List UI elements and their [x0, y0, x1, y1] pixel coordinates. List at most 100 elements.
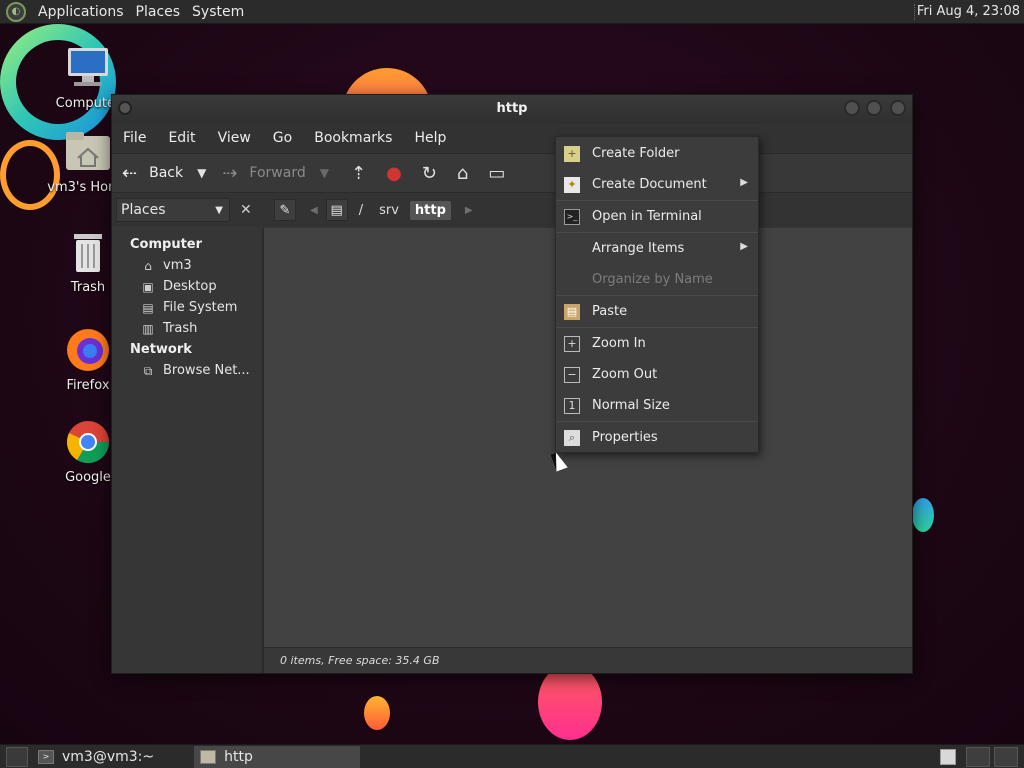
sidebar-heading-computer: Computer [130, 237, 203, 252]
back-label: Back [149, 165, 184, 181]
places-menu[interactable]: Places [130, 4, 187, 20]
chevron-down-icon: ▼ [215, 204, 223, 216]
network-icon: ⧉ [143, 363, 153, 378]
forward-history-dropdown-icon[interactable]: ▼ [320, 166, 329, 180]
menu-item-create-document[interactable]: ✦ Create Document ▶ [556, 169, 758, 200]
submenu-arrow-icon: ▶ [740, 241, 748, 252]
trash-icon [64, 228, 112, 276]
zoom-out-icon: − [564, 366, 580, 383]
menu-item-label: Properties [592, 430, 658, 445]
folder-icon [200, 749, 217, 764]
menu-help[interactable]: Help [403, 130, 457, 146]
terminal-icon: > [38, 749, 54, 764]
taskbar-item-terminal[interactable]: > vm3@vm3:~ [32, 746, 160, 768]
menu-item-label: Zoom In [592, 336, 646, 351]
sidebar-item-trash[interactable]: ▥ Trash [112, 318, 262, 339]
breadcrumb-root[interactable]: / [354, 201, 368, 220]
bottom-panel: > vm3@vm3:~ http [0, 744, 1024, 768]
menu-item-label: Paste [592, 304, 628, 319]
sidebar-item-file-system[interactable]: ▤ File System [112, 297, 262, 318]
forward-button[interactable]: ⇢ Forward [222, 163, 305, 184]
breadcrumb-http[interactable]: http [409, 200, 451, 220]
sidebar-item-label: Browse Net... [163, 363, 250, 378]
zoom-in-icon: + [564, 335, 580, 352]
menu-item-label: Create Document [592, 177, 707, 192]
toolbar: ⇠ Back ▼ ⇢ Forward ▼ ⇡ ● ↻ ⌂ ▭ ⌕ [112, 153, 912, 193]
drive-icon[interactable]: ▤ [325, 199, 348, 221]
menu-item-paste[interactable]: ▤ Paste [556, 296, 758, 327]
drive-icon: ▤ [142, 300, 154, 315]
taskbar-item-label: http [224, 748, 253, 765]
sidebar-item-label: Trash [163, 321, 198, 336]
menu-item-label: Arrange Items [592, 241, 685, 256]
window-titlebar[interactable]: http [112, 95, 912, 123]
menu-go[interactable]: Go [262, 130, 303, 146]
status-bar: 0 items, Free space: 35.4 GB [264, 647, 912, 673]
document-new-icon: ✦ [564, 176, 580, 193]
properties-icon: ⌕ [564, 429, 580, 446]
clock[interactable]: Fri Aug 4, 23:08 [917, 4, 1020, 19]
home-icon: ⌂ [144, 258, 152, 273]
toggle-location-entry-icon[interactable]: ✎ [274, 199, 296, 221]
menu-item-create-folder[interactable]: + Create Folder [556, 138, 758, 169]
wallpaper-blue-blob [912, 498, 934, 532]
close-sidebar-icon[interactable]: ✕ [240, 202, 258, 218]
firefox-icon [64, 326, 112, 374]
trash-applet-icon[interactable] [940, 749, 956, 765]
menu-item-label: Organize by Name [592, 272, 713, 287]
workspace-1[interactable] [966, 747, 990, 767]
forward-label: Forward [249, 165, 306, 181]
path-right-arrow-icon[interactable]: ▶ [465, 205, 473, 216]
applications-menu[interactable]: Applications [32, 4, 130, 20]
workspace-2[interactable] [994, 747, 1018, 767]
file-manager-window: http File Edit View Go Bookmarks Help ⇠ … [111, 94, 913, 674]
paste-icon: ▤ [564, 303, 580, 320]
path-left-arrow-icon[interactable]: ◀ [310, 205, 318, 216]
stop-icon[interactable]: ● [386, 163, 402, 184]
up-icon[interactable]: ⇡ [351, 163, 366, 184]
sidebar-selector-label: Places [121, 202, 166, 218]
show-desktop-icon[interactable] [6, 746, 28, 767]
menu-item-properties[interactable]: ⌕ Properties [556, 422, 758, 453]
desktop-icon-label: Firefox [66, 378, 110, 393]
back-button[interactable]: ⇠ Back [122, 163, 183, 184]
menu-item-label: Create Folder [592, 146, 680, 161]
sidebar-item-label: Desktop [163, 279, 217, 294]
wallpaper-small-blob [364, 696, 390, 730]
forward-arrow-icon: ⇢ [222, 162, 238, 184]
menu-item-arrange-items[interactable]: Arrange Items ▶ [556, 233, 758, 264]
menu-item-organize-by-name: Organize by Name [556, 264, 758, 295]
reload-icon[interactable]: ↻ [422, 163, 437, 184]
sidebar-item-desktop[interactable]: ▣ Desktop [112, 276, 262, 297]
sidebar-selector[interactable]: Places ▼ [116, 198, 230, 222]
computer-icon[interactable]: ▭ [488, 163, 505, 184]
sidebar-heading-network: Network [130, 342, 192, 357]
zoom-normal-icon: 1 [564, 397, 580, 414]
menu-edit[interactable]: Edit [157, 130, 206, 146]
chrome-icon [64, 418, 112, 466]
home-icon[interactable]: ⌂ [457, 163, 468, 184]
minimize-icon[interactable] [844, 100, 860, 116]
menu-bookmarks[interactable]: Bookmarks [303, 130, 403, 146]
close-icon[interactable] [890, 100, 906, 116]
menu-item-zoom-in[interactable]: + Zoom In [556, 328, 758, 359]
blank-icon [564, 272, 580, 288]
taskbar-item-http[interactable]: http [194, 745, 361, 768]
maximize-icon[interactable] [866, 100, 882, 116]
menu-file[interactable]: File [112, 130, 157, 146]
menu-item-zoom-out[interactable]: − Zoom Out [556, 359, 758, 390]
distro-logo-icon[interactable]: ◐ [6, 1, 26, 22]
menu-item-open-in-terminal[interactable]: >_ Open in Terminal [556, 201, 758, 232]
menu-view[interactable]: View [207, 130, 262, 146]
system-menu[interactable]: System [186, 4, 250, 20]
sidebar-item-browse-network[interactable]: ⧉ Browse Net... [112, 360, 262, 381]
folder-new-icon: + [564, 145, 580, 162]
desktop-icon-label: Google [65, 470, 111, 485]
trash-icon: ▥ [142, 321, 154, 336]
places-sidebar: Computer ⌂ vm3 ▣ Desktop ▤ File System ▥… [112, 228, 264, 673]
menu-item-normal-size[interactable]: 1 Normal Size [556, 390, 758, 421]
back-history-dropdown-icon[interactable]: ▼ [197, 166, 206, 180]
sidebar-item-vm3[interactable]: ⌂ vm3 [112, 255, 262, 276]
menu-item-label: Normal Size [592, 398, 670, 413]
breadcrumb-srv[interactable]: srv [374, 201, 404, 220]
